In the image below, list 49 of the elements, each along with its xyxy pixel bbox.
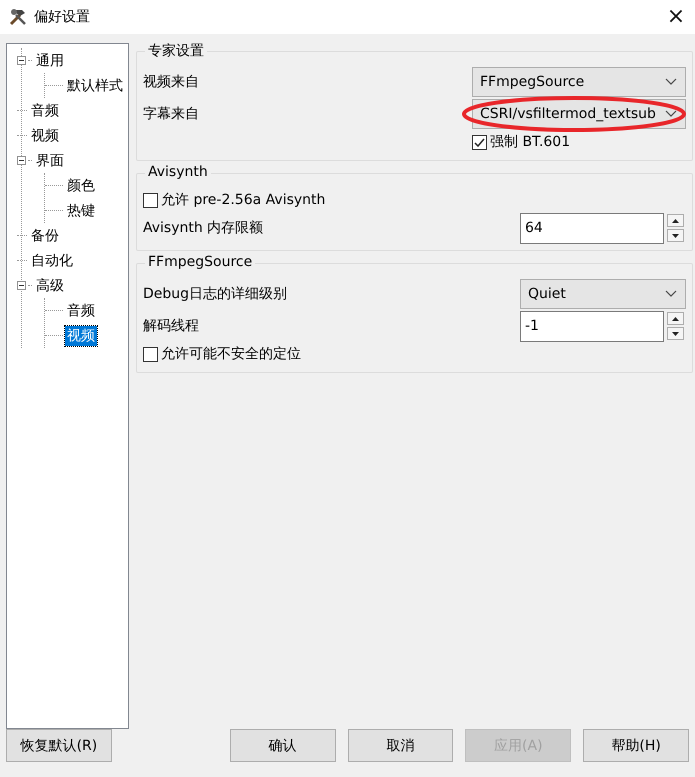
tree-item[interactable]: 视频 [65,326,97,346]
field-label: 解码线程 [143,317,200,335]
collapse-icon[interactable] [17,56,26,65]
tools-icon [8,7,28,27]
tree-item[interactable]: 自动化 [29,250,75,270]
number-field[interactable]: 64 [520,212,664,244]
group-title: Avisynth [145,164,211,180]
checkbox[interactable]: 允许可能不安全的定位 [143,345,301,363]
tree-item[interactable]: 界面 [34,150,66,170]
triangle-up-icon [672,316,679,320]
tree-item[interactable]: 颜色 [65,176,97,196]
tree-item[interactable]: 通用 [34,50,66,70]
spin-down-button[interactable] [667,229,684,242]
tree-item[interactable]: 默认样式 [65,76,125,96]
spin-down-button[interactable] [667,327,684,340]
tree-item[interactable]: 热键 [65,200,97,220]
chevron-down-icon [665,78,677,86]
tree-item[interactable]: 高级 [34,276,66,296]
chevron-down-icon [665,290,677,298]
field-label: Debug日志的详细级别 [143,285,288,303]
checkbox[interactable]: 强制 BT.601 [472,133,686,151]
dialog-button[interactable]: 取消 [348,729,454,762]
tree-item[interactable]: 视频 [29,126,61,146]
dropdown[interactable]: FFmpegSource [472,67,686,97]
dialog-button[interactable]: 帮助(H) [583,729,689,762]
dialog-button[interactable]: 恢复默认(R) [6,729,112,762]
field-label: 视频来自 [143,73,200,91]
group-title: 专家设置 [145,42,207,60]
tree-item[interactable]: 备份 [29,226,61,246]
spin-up-button[interactable] [667,214,684,227]
checkmark-icon [474,136,485,148]
tree-item[interactable]: 音频 [29,100,61,120]
triangle-up-icon [672,218,679,222]
dialog-button[interactable]: 确认 [230,729,336,762]
group-title: FFmpegSource [145,254,256,270]
collapse-icon[interactable] [17,281,26,290]
dropdown[interactable]: Quiet [520,279,686,309]
checkbox[interactable]: 允许 pre-2.56a Avisynth [143,191,326,209]
number-field[interactable]: -1 [520,310,664,342]
field-label: Avisynth 内存限额 [143,219,264,237]
window-title: 偏好设置 [34,8,91,26]
triangle-down-icon [672,234,679,238]
triangle-down-icon [672,332,679,336]
spin-up-button[interactable] [667,312,684,325]
close-button[interactable]: × [665,6,687,28]
chevron-down-icon [665,110,677,118]
tree-item[interactable]: 音频 [65,300,97,320]
collapse-icon[interactable] [17,156,26,165]
field-label: 字幕来自 [143,105,200,123]
